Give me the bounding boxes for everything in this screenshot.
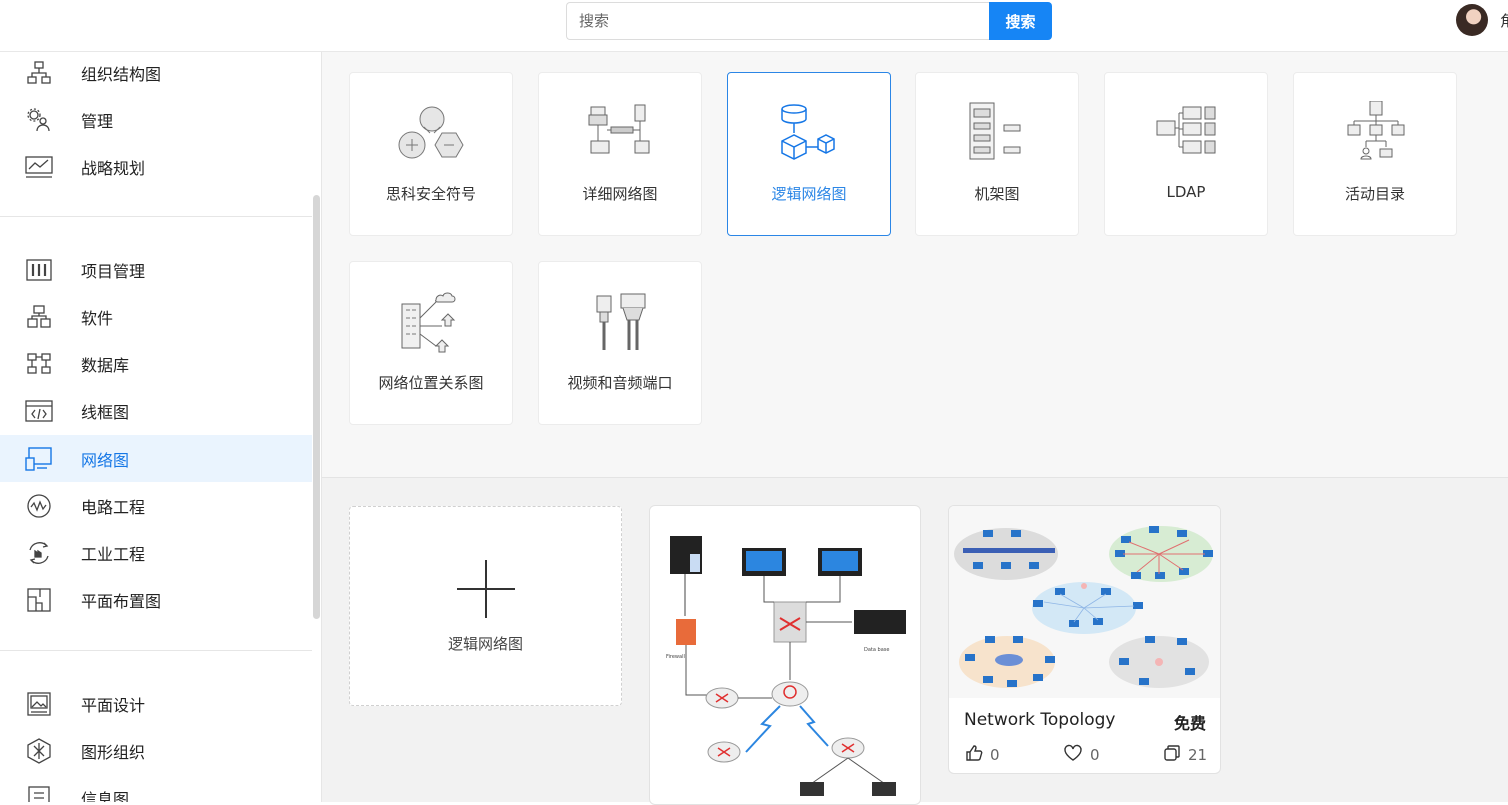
graphic-design-icon xyxy=(25,690,53,718)
ldap-icon xyxy=(1156,106,1216,154)
sidebar-item-label: 线框图 xyxy=(81,402,130,422)
wireframe-code-icon xyxy=(25,397,53,425)
template-card-title: Network Topology xyxy=(964,710,1116,730)
sidebar-item-strategy[interactable]: 战略规划 xyxy=(0,143,312,190)
sidebar-item-network[interactable]: 网络图 xyxy=(0,435,312,482)
price-badge: 免费 xyxy=(1173,714,1206,733)
sidebar-item-floor-plan[interactable]: 平面布置图 xyxy=(0,576,312,623)
template-tile-network-location[interactable]: 网络位置关系图 xyxy=(349,261,513,425)
sidebar-item-database[interactable]: 数据库 xyxy=(0,340,312,387)
strategy-chart-icon xyxy=(25,153,53,181)
logical-network-icon xyxy=(781,104,835,160)
heart-icon xyxy=(1063,744,1083,766)
like-stat[interactable]: 0 xyxy=(965,744,1000,766)
sidebar-item-label: 战略规划 xyxy=(81,158,146,178)
project-columns-icon xyxy=(25,256,53,284)
industrial-cycle-icon xyxy=(25,539,53,567)
sidebar-item-label: 管理 xyxy=(81,111,114,131)
user-name[interactable]: 角 xyxy=(1500,10,1508,31)
network-location-icon xyxy=(401,292,456,353)
circuit-wave-icon xyxy=(25,492,53,520)
thumb-label-firewall: Firewall xyxy=(666,654,685,660)
sidebar-item-label: 平面布置图 xyxy=(81,591,162,611)
sidebar-item-circuit[interactable]: 电路工程 xyxy=(0,482,312,529)
av-ports-icon xyxy=(596,293,646,350)
copy-count: 21 xyxy=(1188,746,1208,764)
new-blank-label: 逻辑网络图 xyxy=(447,635,523,653)
search-input[interactable] xyxy=(566,2,990,40)
search-button[interactable]: 搜索 xyxy=(989,2,1052,40)
favorite-stat[interactable]: 0 xyxy=(1063,744,1100,766)
floor-plan-icon xyxy=(25,586,53,614)
sidebar-item-label: 数据库 xyxy=(81,355,130,375)
sidebar-item-label: 软件 xyxy=(81,308,114,328)
tile-label: 详细网络图 xyxy=(582,185,658,203)
sidebar-item-org-chart[interactable]: 组织结构图 xyxy=(0,52,312,96)
like-count: 0 xyxy=(990,746,1000,764)
sidebar-item-label: 平面设计 xyxy=(81,695,146,715)
gears-people-icon xyxy=(25,106,53,134)
template-tile-logical-network[interactable]: 逻辑网络图 xyxy=(727,72,891,236)
template-tile-av-ports[interactable]: 视频和音频端口 xyxy=(538,261,702,425)
graphic-organizer-icon xyxy=(25,737,53,765)
network-topology-thumbnail xyxy=(949,506,1220,698)
detailed-network-icon xyxy=(588,104,650,154)
tile-label: 逻辑网络图 xyxy=(771,185,847,203)
rack-icon xyxy=(969,102,1021,160)
top-bar: 搜索 角 xyxy=(0,0,1508,52)
tile-label: 网络位置关系图 xyxy=(378,374,484,392)
software-blocks-icon xyxy=(25,303,53,331)
avatar[interactable] xyxy=(1456,4,1488,36)
sidebar-item-label: 图形组织 xyxy=(81,742,146,762)
cisco-security-icon xyxy=(398,106,464,159)
sidebar-item-industrial[interactable]: 工业工程 xyxy=(0,529,312,576)
main-content: 思科安全符号 详细网络图 逻辑网络图 机架图 LDAP 活动目录 网络位置关系图… xyxy=(322,52,1508,805)
thumbs-up-icon xyxy=(965,744,983,766)
sidebar-item-label: 项目管理 xyxy=(81,261,146,281)
copy-stat[interactable]: 21 xyxy=(1163,744,1207,766)
tile-label: 机架图 xyxy=(974,185,1020,203)
template-tile-detailed-network[interactable]: 详细网络图 xyxy=(538,72,702,236)
org-chart-icon xyxy=(25,59,53,87)
thumb-label-database: Data base xyxy=(864,647,889,653)
database-flow-icon xyxy=(25,350,53,378)
sidebar-divider xyxy=(0,650,312,651)
sidebar-item-label: 网络图 xyxy=(81,450,130,470)
sidebar-item-label: 组织结构图 xyxy=(81,64,162,84)
template-tile-ldap[interactable]: LDAP xyxy=(1104,72,1268,236)
template-tile-rack[interactable]: 机架图 xyxy=(915,72,1079,236)
new-blank-diagram-card[interactable]: 逻辑网络图 xyxy=(349,506,622,706)
tile-label: 视频和音频端口 xyxy=(567,374,673,392)
infographic-icon xyxy=(25,784,53,802)
template-card-network-diagram[interactable]: Firewall Data base xyxy=(649,505,921,805)
sidebar-item-software[interactable]: 软件 xyxy=(0,293,312,340)
sidebar-item-label: 信息图 xyxy=(81,789,130,803)
sidebar-item-project[interactable]: 项目管理 xyxy=(0,246,312,293)
template-tile-cisco-security[interactable]: 思科安全符号 xyxy=(349,72,513,236)
sidebar-item-management[interactable]: 管理 xyxy=(0,96,312,143)
network-diagram-firewall-thumbnail: Firewall Data base xyxy=(666,536,906,796)
sidebar-item-label: 工业工程 xyxy=(81,544,146,564)
sidebar-scrollbar[interactable] xyxy=(313,195,320,619)
tile-label: 活动目录 xyxy=(1344,185,1405,203)
active-directory-icon xyxy=(1347,101,1405,160)
category-sidebar: 组织结构图 管理 战略规划 项目管理 软件 数据库 线框图 网络图 电路工程 工… xyxy=(0,52,322,802)
sidebar-item-graphic-organizer[interactable]: 图形组织 xyxy=(0,727,312,774)
favorite-count: 0 xyxy=(1090,746,1100,764)
template-card-network-topology[interactable]: Network Topology 免费 0 0 21 xyxy=(948,505,1221,774)
sidebar-item-infographic[interactable]: 信息图 xyxy=(0,774,312,802)
tile-label: LDAP xyxy=(1166,183,1206,201)
sidebar-divider xyxy=(0,216,312,217)
sidebar-item-graphic-design[interactable]: 平面设计 xyxy=(0,680,312,727)
tile-label: 思科安全符号 xyxy=(385,185,476,203)
sidebar-item-label: 电路工程 xyxy=(81,497,146,517)
network-devices-icon xyxy=(25,445,53,473)
template-tile-active-directory[interactable]: 活动目录 xyxy=(1293,72,1457,236)
copy-icon xyxy=(1163,744,1181,766)
sidebar-item-wireframe[interactable]: 线框图 xyxy=(0,387,312,434)
template-type-grid: 思科安全符号 详细网络图 逻辑网络图 机架图 LDAP 活动目录 网络位置关系图… xyxy=(322,52,1508,478)
